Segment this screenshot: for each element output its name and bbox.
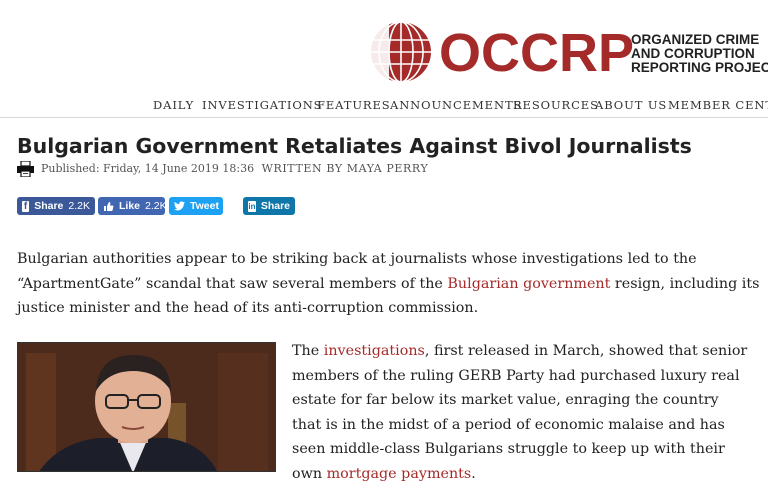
investigations-link[interactable]: investigations [324, 343, 425, 359]
twitter-tweet-button[interactable]: Tweet [169, 197, 223, 215]
nav-item-about-us[interactable]: ABOUT US [595, 98, 667, 112]
linkedin-share-button[interactable]: in Share [243, 197, 295, 215]
nav-item-announcements[interactable]: ANNOUNCEMENTS [390, 98, 522, 112]
thumbs-up-icon [103, 201, 114, 212]
printer-icon[interactable] [17, 161, 34, 177]
article-paragraph-2: The investigations, first released in Ma… [292, 343, 748, 482]
article-meta: Published: Friday, 14 June 2019 18:36 WR… [41, 162, 428, 175]
article-paragraph-1: Bulgarian authorities appear to be strik… [17, 251, 760, 316]
nav-item-member-center[interactable]: MEMBER CENTER [668, 98, 768, 112]
portrait-image [18, 343, 275, 471]
logo-wordmark: OCCRP [439, 23, 635, 83]
article-title: Bulgarian Government Retaliates Against … [17, 134, 692, 158]
nav-item-investigations[interactable]: INVESTIGATIONS [202, 98, 322, 112]
logo-tagline: ORGANIZED CRIME AND CORRUPTION REPORTING… [631, 32, 768, 75]
facebook-share-label: Share [34, 200, 64, 212]
facebook-like-button[interactable]: Like 2.2K [98, 197, 167, 215]
facebook-like-label: Like [119, 200, 141, 212]
article-author: WRITTEN BY MAYA PERRY [261, 162, 429, 175]
published-date: Published: Friday, 14 June 2019 18:36 [41, 162, 255, 175]
twitter-icon [174, 200, 185, 212]
linkedin-icon: in [248, 200, 256, 212]
linkedin-share-label: Share [260, 200, 290, 212]
article-photo [17, 342, 276, 472]
bulgarian-government-link[interactable]: Bulgarian government [447, 276, 610, 292]
mortgage-payments-link[interactable]: mortgage payments [327, 466, 472, 482]
globe-logo-icon [369, 20, 431, 84]
nav-item-resources[interactable]: RESOURCES [513, 98, 599, 112]
facebook-like-count: 2.2K [145, 200, 167, 212]
facebook-share-count: 2.2K [68, 200, 90, 212]
twitter-tweet-label: Tweet [190, 200, 219, 212]
nav-item-features[interactable]: FEATURES [317, 98, 391, 112]
main-nav: DAILY INVESTIGATIONS FEATURES ANNOUNCEME… [0, 97, 768, 118]
nav-item-daily[interactable]: DAILY [153, 98, 194, 112]
facebook-icon: f [22, 200, 30, 212]
occrp-logo[interactable]: OCCRP ORGANIZED CRIME AND CORRUPTION REP… [369, 20, 768, 86]
facebook-share-button[interactable]: f Share 2.2K [17, 197, 95, 215]
